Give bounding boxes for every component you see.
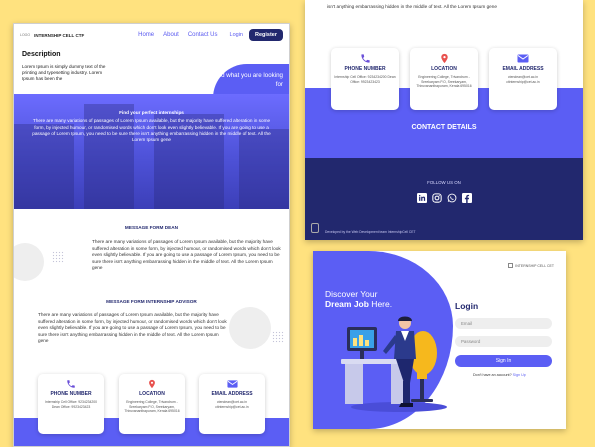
description-text: Lorem Ipsum is simply dummy text of the … xyxy=(22,64,106,82)
location-title: LOCATION xyxy=(431,66,457,72)
password-field[interactable]: Password xyxy=(455,336,552,347)
hero-heading: Find your perfect internships xyxy=(119,110,184,115)
headline-bold: Dream Job xyxy=(325,299,369,309)
location-card: LOCATION Engineering College, Trivandrum… xyxy=(410,48,478,110)
description-title: Description xyxy=(22,51,61,58)
logo-icon xyxy=(508,263,514,268)
phone-icon xyxy=(360,54,370,63)
signup-prompt: Don't have an account? Sign Up xyxy=(473,373,526,377)
whatsapp-icon[interactable] xyxy=(447,193,457,203)
email-value: ctendean@cet.ac.in ctinternship@cet.ac.i… xyxy=(215,400,249,409)
location-title: LOCATION xyxy=(139,391,165,397)
location-icon xyxy=(149,379,155,389)
homepage-panel: LOGO INTERNSHIP CELL CTF Home About Cont… xyxy=(13,23,290,447)
footer-panel: isn't anything embarrassing hidden in th… xyxy=(305,0,583,240)
email-title: EMAIL ADDRESS xyxy=(502,66,544,72)
hero-banner: Find your perfect internships There are … xyxy=(14,94,289,209)
signin-button[interactable]: Sign In xyxy=(455,355,552,367)
contact-cards: PHONE NUMBER Internship Cell Office: 923… xyxy=(14,374,289,446)
phone-title: PHONE NUMBER xyxy=(50,391,92,397)
developed-by-text: Developed by the Web Development team In… xyxy=(325,230,416,234)
advisor-text: There are many variations of passages of… xyxy=(38,312,227,343)
dean-title: MESSAGE FORM DEAN xyxy=(124,225,179,230)
advisor-photo xyxy=(229,307,271,349)
nav-home[interactable]: Home xyxy=(138,32,154,38)
dean-section: MESSAGE FORM DEAN There are many variati… xyxy=(14,209,289,289)
facebook-icon[interactable] xyxy=(461,193,472,203)
login-title: Login xyxy=(455,301,479,311)
location-value: Engineering College, Trivandrum - Sreeka… xyxy=(416,75,472,89)
location-value: Engineering College, Trivandrum - Sreeka… xyxy=(124,400,180,414)
site-logo[interactable]: LOGO xyxy=(20,33,30,37)
social-links xyxy=(305,193,583,203)
office-illustration xyxy=(341,316,447,412)
dean-photo xyxy=(14,243,44,281)
dots-decoration xyxy=(52,251,64,263)
email-card: EMAIL ADDRESS ctendean@cet.ac.in ctinter… xyxy=(199,374,265,434)
advisor-section: MESSAGE FORM INTERNSHIP ADVISOR There ar… xyxy=(14,289,289,374)
site-brand[interactable]: INTERNSHIP CELL CTF xyxy=(34,33,84,38)
footer-top-text: isn't anything embarrassing hidden in th… xyxy=(327,4,498,9)
signup-link[interactable]: Sign Up xyxy=(513,373,526,377)
description-section: Description Lorem Ipsum is simply dummy … xyxy=(14,46,289,98)
hero-text-block: Find your perfect internships There are … xyxy=(30,110,273,143)
hero-body: There are many variations of passages of… xyxy=(32,118,271,143)
location-icon xyxy=(440,53,448,64)
email-title: EMAIL ADDRESS xyxy=(211,391,253,397)
composite-frame: LOGO INTERNSHIP CELL CTF Home About Cont… xyxy=(0,0,595,447)
advisor-title: MESSAGE FORM INTERNSHIP ADVISOR xyxy=(106,299,197,304)
login-headline: Discover Your Dream Job Here. xyxy=(325,289,392,309)
login-logo: INTERNSHIP CELL CET xyxy=(508,263,554,268)
nav-about[interactable]: About xyxy=(163,32,179,38)
headline-rest: Here. xyxy=(368,299,393,309)
linkedin-icon[interactable] xyxy=(416,193,427,203)
footer-logo xyxy=(311,223,319,233)
phone-value: Internship Cell Office: 9234234200 Dean … xyxy=(44,400,98,409)
top-navbar: LOGO INTERNSHIP CELL CTF Home About Cont… xyxy=(14,24,289,46)
location-card: LOCATION Engineering College, Trivandrum… xyxy=(119,374,185,434)
mail-icon xyxy=(226,380,238,388)
email-card: EMAIL ADDRESS ctendean@cet.ac.in ctinter… xyxy=(489,48,557,110)
phone-card: PHONE NUMBER Internship Cell Office: 923… xyxy=(38,374,104,434)
nav-contact[interactable]: Contact Us xyxy=(188,32,218,38)
email-value: ctendean@cet.ac.in ctinternship@cet.ac.i… xyxy=(506,75,540,84)
contact-details-heading: CONTACT DETAILS xyxy=(411,124,477,131)
phone-value: Internship Cell Office: 9234234200 Dean … xyxy=(334,75,396,84)
instagram-icon[interactable] xyxy=(431,193,442,203)
phone-icon xyxy=(67,380,75,388)
login-link[interactable]: Login xyxy=(230,32,243,38)
headline-line1: Discover Your xyxy=(325,289,378,299)
login-panel: Discover Your Dream Job Here. INTERNSHIP… xyxy=(313,251,566,429)
phone-title: PHONE NUMBER xyxy=(344,66,386,72)
follow-us-label: FOLLOW US ON xyxy=(427,180,461,185)
find-blob-text: Find what you are looking for xyxy=(212,72,283,88)
register-button[interactable]: Register xyxy=(248,29,283,41)
no-account-text: Don't have an account? xyxy=(473,373,512,377)
email-field[interactable]: Email xyxy=(455,318,552,329)
dean-text: There are many variations of passages of… xyxy=(92,239,281,270)
phone-card: PHONE NUMBER Internship Cell Office: 923… xyxy=(331,48,399,110)
login-logo-text: INTERNSHIP CELL CET xyxy=(515,263,554,268)
dots-decoration xyxy=(272,331,284,343)
mail-icon xyxy=(517,54,529,63)
